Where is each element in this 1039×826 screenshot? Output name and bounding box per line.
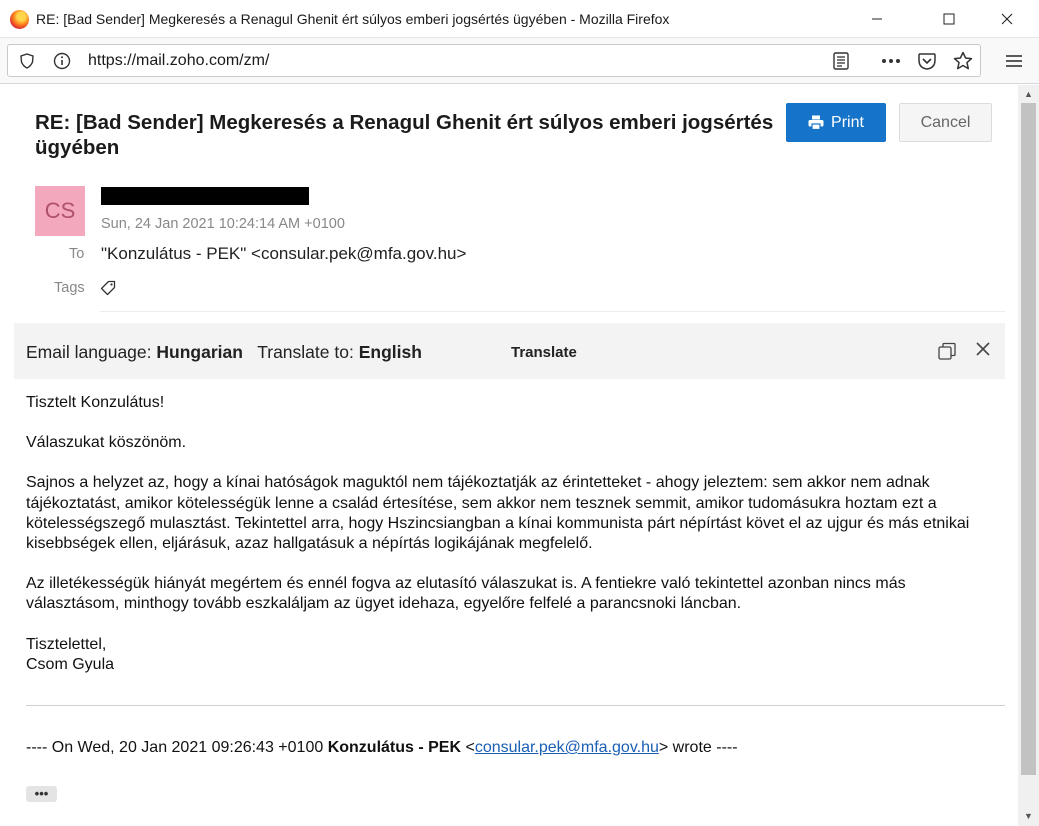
info-icon[interactable] (53, 52, 71, 70)
quoted-header: ---- On Wed, 20 Jan 2021 09:26:43 +0100 … (26, 739, 738, 757)
email-body: Tisztelt Konzulátus! Válaszukat köszönöm… (26, 393, 986, 675)
tag-icon[interactable] (100, 280, 116, 296)
body-paragraph: Az illetékességük hiányát megértem és en… (26, 575, 906, 613)
print-button-label: Print (831, 113, 864, 131)
tags-label: Tags (54, 280, 85, 296)
to-label: To (69, 246, 85, 262)
scrollbar[interactable]: ▲ ▼ (1018, 85, 1039, 826)
menu-icon[interactable] (1004, 51, 1024, 71)
window-title: RE: [Bad Sender] Megkeresés a Renagul Gh… (36, 11, 670, 27)
to-recipient[interactable]: "Konzulátus - PEK" <consular.pek@mfa.gov… (101, 244, 466, 264)
cancel-button[interactable]: Cancel (899, 103, 992, 142)
quote-open: < (461, 739, 475, 756)
window-title-bar: RE: [Bad Sender] Megkeresés a Renagul Gh… (0, 0, 1039, 38)
print-button[interactable]: Print (786, 103, 886, 142)
translate-button[interactable]: Translate (511, 344, 577, 361)
avatar: CS (35, 186, 85, 236)
email-language-value: Hungarian (156, 342, 243, 362)
email-date: Sun, 24 Jan 2021 10:24:14 AM +0100 (101, 216, 345, 232)
quote-divider (26, 705, 1005, 706)
body-paragraph: Sajnos a helyzet az, hogy a kínai hatósá… (26, 474, 970, 553)
quote-sender-name: Konzulátus - PEK (327, 739, 462, 756)
scroll-thumb[interactable] (1021, 103, 1036, 775)
translate-to-value[interactable]: English (359, 342, 422, 362)
email-view: RE: [Bad Sender] Megkeresés a Renagul Gh… (0, 85, 1018, 826)
minimize-icon[interactable] (854, 0, 900, 38)
scroll-down-icon[interactable]: ▼ (1018, 808, 1039, 824)
url-text[interactable]: https://mail.zoho.com/zm/ (88, 52, 269, 70)
translate-bar: Email language: Hungarian Translate to: … (14, 323, 1005, 379)
expand-quoted-button[interactable]: ••• (26, 786, 57, 802)
email-subject: RE: [Bad Sender] Megkeresés a Renagul Gh… (35, 111, 774, 159)
reader-view-icon[interactable] (832, 52, 850, 70)
navigation-bar: https://mail.zoho.com/zm/ (0, 38, 1039, 84)
more-icon[interactable] (880, 52, 902, 70)
body-closing: Tisztelettel, (26, 635, 107, 653)
quote-prefix: ---- On Wed, 20 Jan 2021 09:26:43 +0100 (26, 739, 328, 756)
close-icon[interactable] (974, 340, 994, 360)
shield-icon[interactable] (19, 52, 35, 70)
printer-icon (808, 115, 824, 130)
close-window-icon[interactable] (984, 0, 1030, 38)
body-signature: Csom Gyula (26, 655, 115, 673)
translate-to-label: Translate to: (257, 342, 354, 362)
pocket-icon[interactable] (917, 51, 937, 71)
header-divider (100, 311, 1005, 312)
body-greeting: Tisztelt Konzulátus! (26, 394, 165, 411)
sender-redacted (101, 187, 309, 205)
maximize-icon[interactable] (926, 0, 972, 38)
scroll-up-icon[interactable]: ▲ (1018, 86, 1039, 102)
bookmark-star-icon[interactable] (952, 50, 974, 72)
email-language-label: Email language: (26, 342, 152, 362)
copy-icon[interactable] (938, 342, 957, 361)
quote-suffix: > wrote ---- (658, 739, 738, 756)
body-paragraph: Válaszukat köszönöm. (26, 434, 187, 452)
language-info: Email language: Hungarian Translate to: … (26, 342, 422, 363)
firefox-logo-icon (10, 10, 29, 29)
url-bar[interactable]: https://mail.zoho.com/zm/ (7, 44, 981, 77)
quote-sender-email-link[interactable]: consular.pek@mfa.gov.hu (475, 739, 659, 756)
